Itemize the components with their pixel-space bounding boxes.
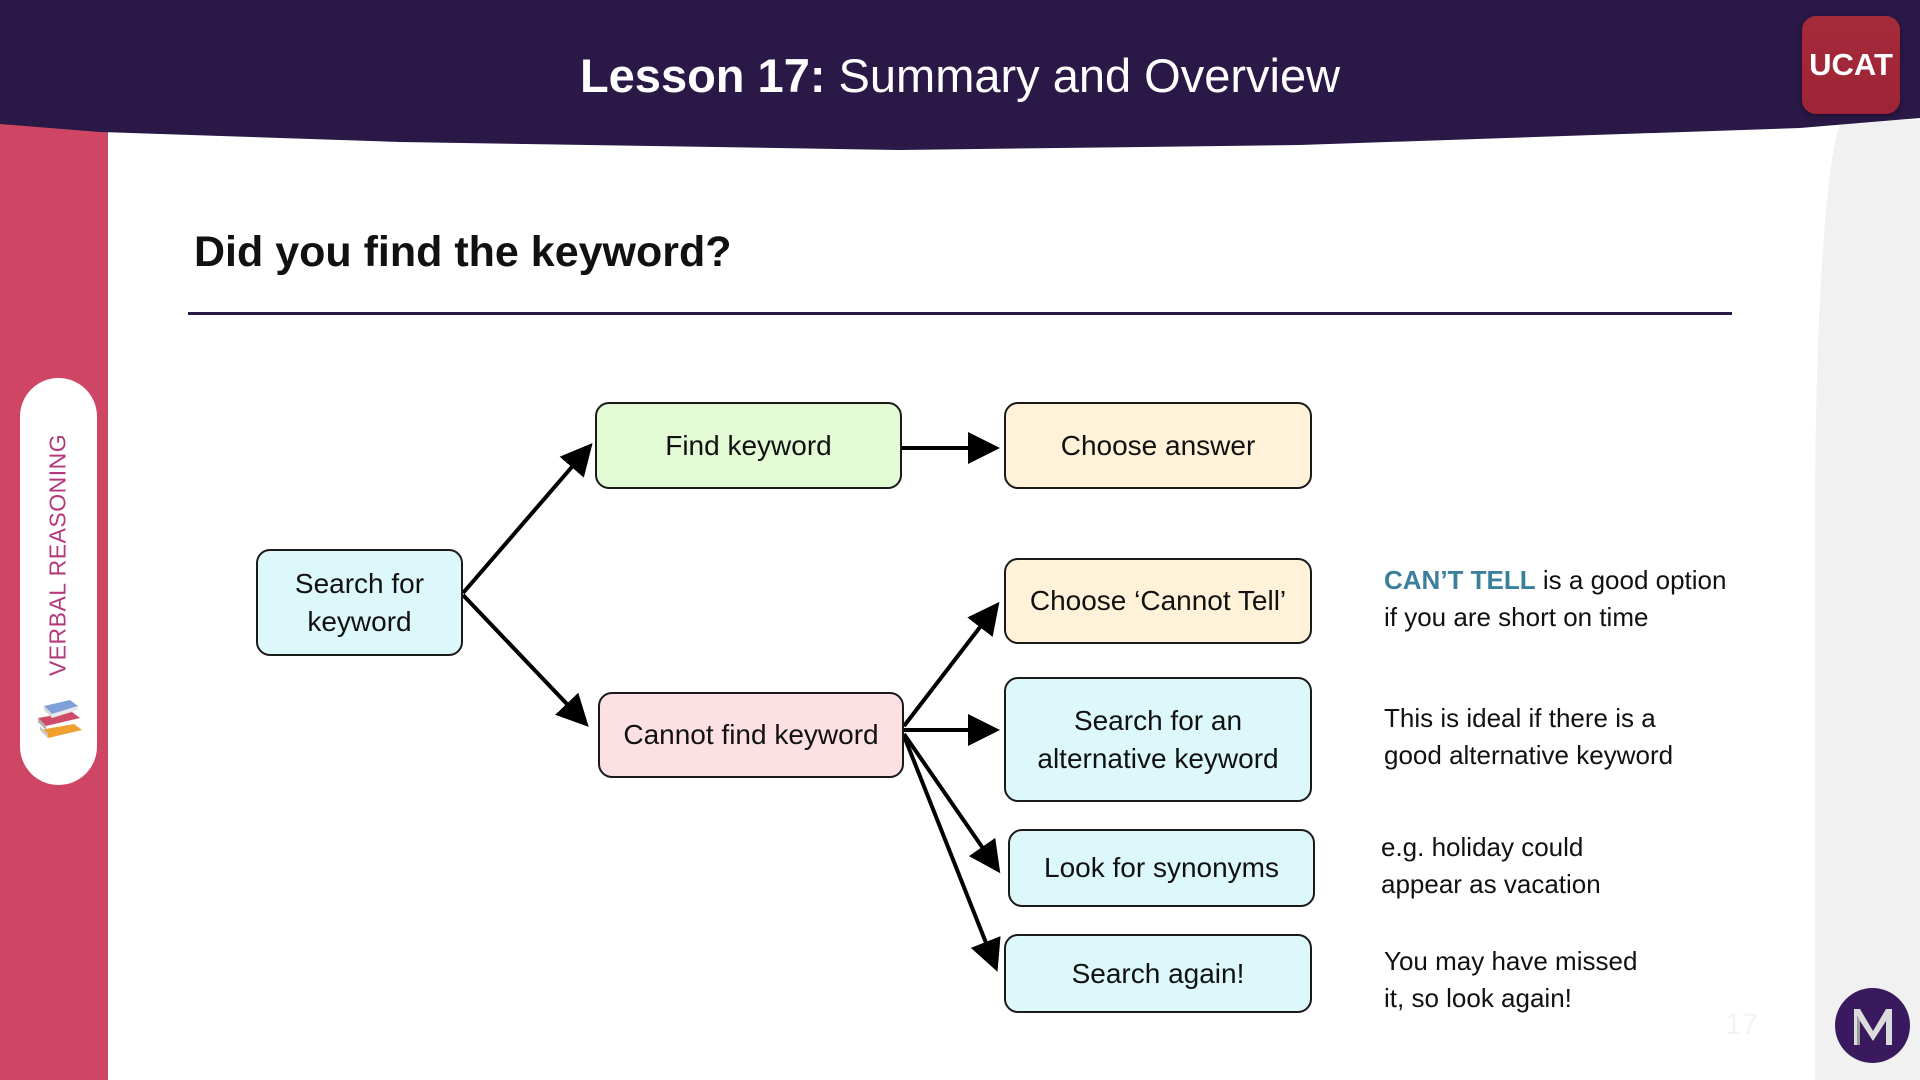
arrow-search-to-find <box>461 442 593 595</box>
arrow-cannot-find-to-search-again <box>902 735 1001 972</box>
books-icon <box>38 700 82 738</box>
lesson-title: Lesson 17: Summary and Overview <box>0 48 1920 103</box>
node-alternative-keyword: Search for an alternative keyword <box>1004 677 1312 802</box>
page-number: 17 <box>1725 1008 1759 1041</box>
note-text: appear as vacation <box>1381 869 1601 899</box>
note-search-again: You may have missed it, so look again! <box>1384 943 1637 1017</box>
note-synonyms: e.g. holiday could appear as vacation <box>1381 829 1601 903</box>
node-look-for-synonyms: Look for synonyms <box>1008 829 1315 907</box>
right-margin-strip <box>1815 120 1920 1080</box>
cant-tell-highlight: CAN’T TELL <box>1384 565 1536 595</box>
m-logo-icon <box>1835 988 1910 1063</box>
section-label: VERBAL REASONING <box>44 433 71 677</box>
node-find-keyword: Find keyword <box>595 402 902 489</box>
lesson-name: Summary and Overview <box>825 49 1341 102</box>
arrow-cannot-find-to-cannot-tell <box>902 601 1000 728</box>
arrow-cannot-find-to-synonyms <box>902 732 1001 874</box>
note-text: e.g. holiday could <box>1381 832 1584 862</box>
note-text: You may have missed <box>1384 946 1638 976</box>
note-text: if you are short on time <box>1384 602 1649 632</box>
ucat-logo-badge: UCAT <box>1802 16 1900 114</box>
arrow-search-to-cannot-find <box>461 593 589 727</box>
note-alternative-keyword: This is ideal if there is a good alterna… <box>1384 700 1673 774</box>
node-cannot-find-keyword: Cannot find keyword <box>598 692 904 778</box>
note-text: it, so look again! <box>1384 983 1572 1013</box>
node-choose-answer: Choose answer <box>1004 402 1312 489</box>
m-letter-icon <box>1853 1008 1892 1045</box>
note-text: is a good option <box>1535 565 1727 595</box>
node-search-again: Search again! <box>1004 934 1312 1013</box>
title-divider <box>188 312 1732 315</box>
note-text: good alternative keyword <box>1384 740 1674 770</box>
note-text: This is ideal if there is a <box>1384 703 1656 733</box>
note-cant-tell: CAN’T TELL is a good option if you are s… <box>1384 562 1726 636</box>
node-search-for-keyword: Search for keyword <box>256 549 463 656</box>
lesson-number: Lesson 17: <box>579 49 826 102</box>
flow-arrows <box>461 432 1001 972</box>
node-choose-cannot-tell: Choose ‘Cannot Tell’ <box>1004 558 1312 644</box>
slide-title: Did you find the keyword? <box>194 228 732 276</box>
